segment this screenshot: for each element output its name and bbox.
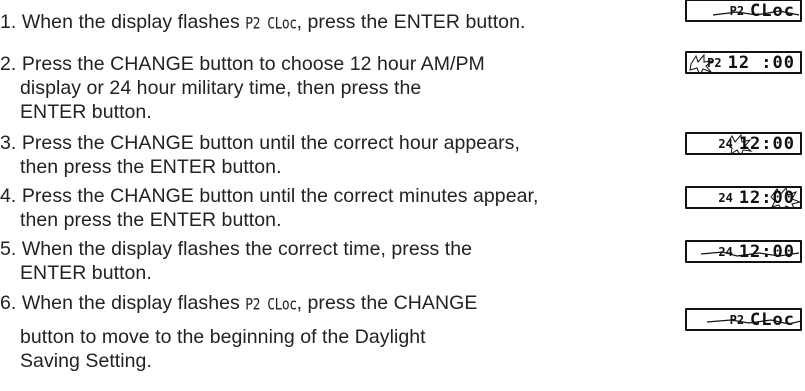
- step-6-line-2: button to move to the beginning of the D…: [20, 326, 426, 348]
- step-2-line-2: display or 24 hour military time, then p…: [20, 77, 422, 99]
- step-2-line-1: 2. Press the CHANGE button to choose 12 …: [0, 53, 485, 75]
- inline-display-code: P2 CLoc: [245, 296, 297, 315]
- step-3-line-1: 3. Press the CHANGE button until the cor…: [0, 132, 520, 154]
- step-6-line-1: 6. When the display flashes P2 CLoc, pre…: [0, 291, 477, 318]
- lcd-display-6: P2 CLoc: [685, 308, 802, 331]
- lcd-display-3: 24 12:00: [685, 132, 802, 155]
- step-1-line-1: 1. When the display flashes P2 CLoc, pre…: [0, 10, 525, 37]
- step-5-line-2: ENTER button.: [20, 262, 152, 284]
- step-3-line-2: then press the ENTER button.: [20, 156, 282, 178]
- lcd-display-5: 24 12:00: [685, 240, 802, 263]
- lcd-display-2: P2 12 :00: [685, 51, 802, 74]
- lcd-display-4: 24 12:00: [685, 186, 802, 209]
- step-4-line-2: then press the ENTER button.: [20, 209, 282, 231]
- step-2-line-3: ENTER button.: [20, 101, 152, 123]
- lcd-display-1: P2 CLoc: [685, 0, 802, 22]
- inline-display-code: P2 CLoc: [245, 15, 297, 34]
- step-6-line-3: Saving Setting.: [20, 350, 152, 372]
- step-4-line-1: 4. Press the CHANGE button until the cor…: [0, 185, 539, 207]
- step-5-line-1: 5. When the display flashes the correct …: [0, 238, 473, 260]
